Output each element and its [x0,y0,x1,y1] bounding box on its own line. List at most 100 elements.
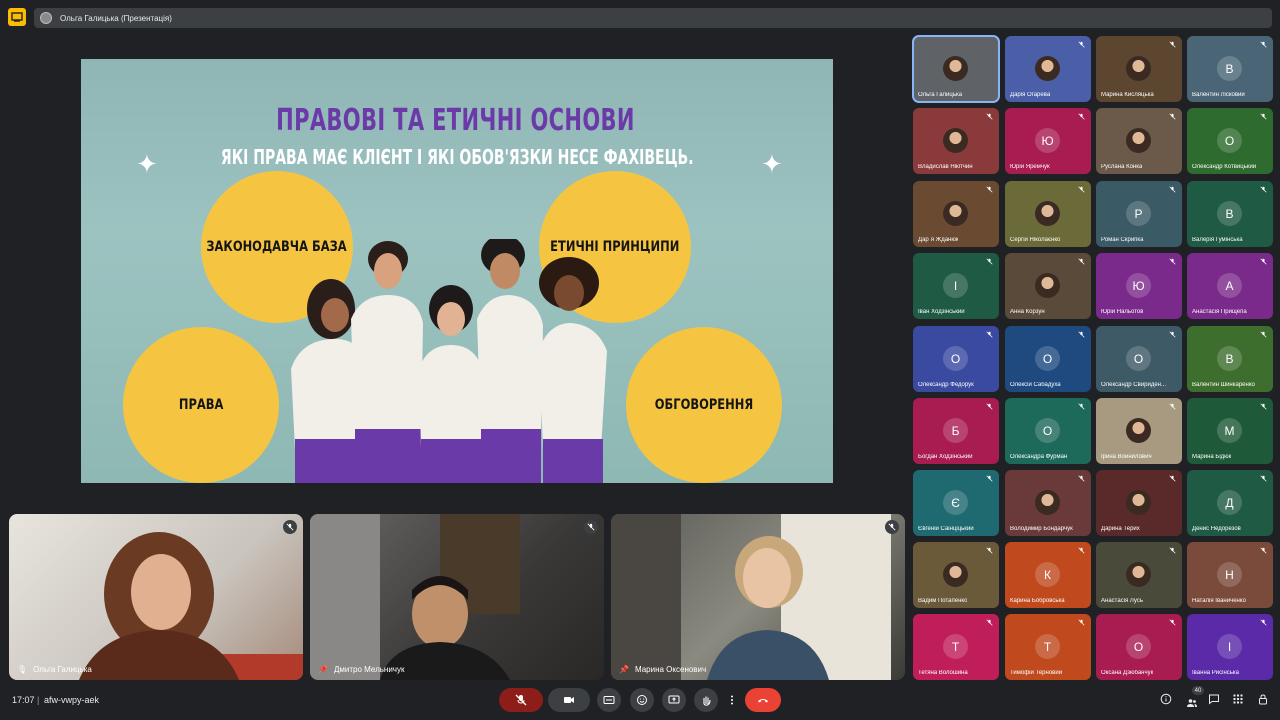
participant-name: Анастасія Прищепа [1192,309,1247,315]
participant-name: Дарія Огарева [1010,92,1051,98]
participant-tile[interactable]: Ірина Войнилович [1096,398,1182,464]
more-options-button[interactable] [724,688,740,712]
participant-tile[interactable]: Д Денис Недорезов [1187,470,1273,536]
mic-off-icon [1167,617,1178,628]
participant-tile[interactable]: О Олександра Фурман [1005,398,1091,464]
participant-tile[interactable]: Владислав Нікітчин [913,108,999,174]
avatar-initial: М [1217,418,1242,443]
participant-tile[interactable]: Руслана Конка [1096,108,1182,174]
participant-tile[interactable]: Дарія Огарева [1005,36,1091,102]
participant-name: Олексій Сабадуха [1010,382,1061,388]
mic-off-icon [984,617,995,628]
pin-icon: 📌 [318,665,328,674]
participant-name: Карина Бобровська [1010,598,1065,604]
participant-name: Іван Ходзінський [918,309,965,315]
video-tile[interactable]: 🎙 Ольга Галицька [9,514,303,680]
participant-tile[interactable]: Ю Юрій Яремчук [1005,108,1091,174]
captions-icon [603,696,615,704]
avatar-initial: Є [943,490,968,515]
participant-tile[interactable]: О Олексій Сабадуха [1005,326,1091,392]
participant-tile[interactable]: А Анастасія Прищепа [1187,253,1273,319]
participant-tile[interactable]: І Іван Ходзінський [913,253,999,319]
raise-hand-button[interactable] [694,688,718,712]
participant-tile[interactable]: В Валентин Лісковий [1187,36,1273,102]
participant-tile[interactable]: О Олександр Свириден... [1096,326,1182,392]
mic-off-icon [584,520,598,534]
mic-off-icon [984,473,995,484]
participant-name: 🎙 Ольга Галицька [17,665,92,674]
mic-off-icon [1167,184,1178,195]
clock: 17:07 [12,695,35,705]
participant-tile[interactable]: В Валентин Шинкаренко [1187,326,1273,392]
activities-button[interactable] [1231,692,1245,706]
avatar-initial: Т [943,634,968,659]
camera-button[interactable] [548,688,590,712]
participant-tile[interactable]: Марина Кисляцька [1096,36,1182,102]
participant-tile[interactable]: Анна Корзун [1005,253,1091,319]
participant-tile[interactable]: О Оксана Дзюбанчук [1096,614,1182,680]
camera-icon [564,697,574,703]
chat-button[interactable] [1207,692,1221,706]
participant-tile[interactable]: В Валерія Гумінська [1187,181,1273,247]
participant-name: Дарина Терих [1101,526,1140,532]
participant-name: Анастасія Лусь [1101,598,1143,604]
participant-tile[interactable]: Дарина Терих [1096,470,1182,536]
video-tile[interactable]: 📌 Марина Оксенович [611,514,905,680]
participant-name: Сергій Ніколаєнко [1010,237,1061,243]
participant-tile[interactable]: О Олександр Котвицький [1187,108,1273,174]
leave-call-button[interactable] [745,688,781,712]
mic-off-icon [1167,545,1178,556]
participant-tile[interactable]: Р Роман Скрипка [1096,181,1182,247]
captions-button[interactable] [597,688,621,712]
participant-tile[interactable]: Т Тетяна Волошина [913,614,999,680]
participant-tile[interactable]: Анастасія Лусь [1096,542,1182,608]
participant-tile[interactable]: І Іванна Рисінська [1187,614,1273,680]
video-tile[interactable]: 📌 Дмитро Мельничук [310,514,604,680]
mic-off-icon [984,256,995,267]
mic-off-icon [1258,617,1269,628]
participant-name: Валентин Шинкаренко [1192,382,1255,388]
participant-tile[interactable]: К Карина Бобровська [1005,542,1091,608]
avatar-photo [1126,418,1151,443]
hand-icon [703,696,711,706]
people-button[interactable] [1185,696,1199,710]
participant-tile[interactable]: Ольга Галицька [912,35,1000,103]
mic-off-icon [1076,401,1087,412]
participant-tile[interactable]: Б Богдан Ходзінський [913,398,999,464]
mic-off-icon [1076,329,1087,340]
participant-tile[interactable]: Н Наталія Іваниченко [1187,542,1273,608]
info-button[interactable] [1159,692,1173,706]
participant-name: Вадим Потапенко [918,598,968,604]
avatar-photo [1126,490,1151,515]
participant-tile[interactable]: Є Євгеній Саінціцький [913,470,999,536]
emoji-button[interactable] [630,688,654,712]
presentation-icon[interactable] [8,8,26,26]
mic-off-icon [1258,545,1269,556]
participant-tile[interactable]: Вадим Потапенко [913,542,999,608]
pin-icon: 📌 [619,665,629,674]
mic-button[interactable] [499,688,543,712]
present-button[interactable] [662,688,686,712]
participant-tile[interactable]: Дар`я Жданюк [913,181,999,247]
participant-tile[interactable]: Сергій Ніколаєнко [1005,181,1091,247]
participant-tile[interactable]: О Олександр Федорук [913,326,999,392]
slide-title: ПРАВОВІ ТА ЕТИЧНІ ОСНОВИ [276,103,635,138]
avatar-initial: О [1035,346,1060,371]
participant-tile[interactable]: Ю Юрій Нальотов [1096,253,1182,319]
participant-name: Владислав Нікітчин [918,164,973,170]
mic-off-icon [1167,401,1178,412]
bottom-bar: 17:07 | afw-vwpy-aek 40 [0,686,1280,720]
mic-off-icon [885,520,899,534]
mic-off-icon [1258,329,1269,340]
avatar-photo [1035,273,1060,298]
avatar-photo [1126,56,1151,81]
mic-off-icon [1076,545,1087,556]
avatar-initial: О [1035,418,1060,443]
participant-tile[interactable]: Т Тимофій Терновий [1005,614,1091,680]
presenter-pill[interactable]: Ольга Галицька (Презентація) [34,8,1272,28]
avatar-initial: І [943,273,968,298]
host-controls-button[interactable] [1256,692,1270,706]
participant-tile[interactable]: Володимир Бондарчук [1005,470,1091,536]
participant-tile[interactable]: М Марина Бідюк [1187,398,1273,464]
participant-name: Дар`я Жданюк [918,237,959,243]
